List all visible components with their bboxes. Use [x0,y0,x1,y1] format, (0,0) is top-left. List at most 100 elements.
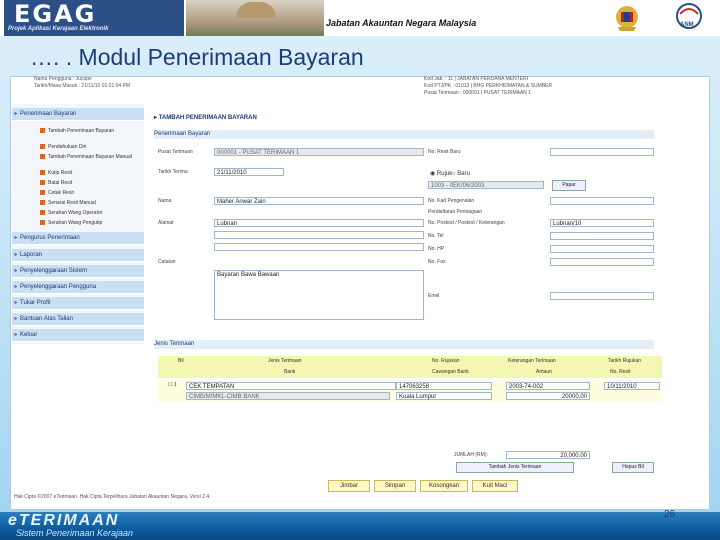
sidebar-item-penerimaan[interactable]: ▸ Penerimaan Bayaran [12,108,144,121]
kosongkan-button[interactable]: Kosongkan [420,480,468,492]
submenu-batal[interactable]: Batal Resit [40,180,72,187]
sidebar-item-profil[interactable]: ▸ Tukar Profil [12,297,144,310]
no-kad-label: No. Kad Pengenalan [428,198,475,204]
reference-select[interactable]: 1003 - 0EK/06/2003 [428,181,544,189]
keterangan-input[interactable]: 2003-74-002 [506,382,590,390]
copyright-note: Hak Cipta ©2007 eTerimaan. Hak Cipta Ter… [14,494,211,500]
no-kad-input[interactable] [550,197,654,205]
pusat-select[interactable]: 000001 - PUSAT TERIMAAN 1 [214,148,424,156]
anm-logo-icon [676,3,702,29]
bullet-icon [40,200,45,206]
slide-title: …. . Modul Penerimaan Bayaran [30,44,364,70]
session-time: Tarikh/Masa Masuk : 21/11/10 01:21:04 PM [34,83,131,89]
alamat-input-3[interactable] [214,243,424,251]
section-penerimaan: Penerimaan Bayaran [154,130,654,139]
session-centre: Pusat Terimaan : 000001 | PUSAT TERIMAAN… [424,90,532,96]
catatan-label: Catatan [158,259,176,265]
col-tarikh: Tarikh Rujukan [608,358,642,364]
poskod-input[interactable]: Lubnan/10 [550,219,654,227]
sidebar-item-sistem[interactable]: ▸ Penyelenggaraan Sistem [12,265,144,278]
amaun-input[interactable]: 20000.00 [506,392,590,400]
alamat-input-2[interactable] [214,231,424,239]
sidebar-item-pengguna[interactable]: ▸ Penyelenggaraan Pengguna [12,281,144,294]
sidebar-item-label: Pengurus Penerimaan [20,235,80,241]
form-heading: ▸ TAMBAH PENERIMAAN BAYARAN [154,115,257,121]
bullet-icon [40,210,45,216]
logo-text: EGAG [14,0,97,28]
bank-select[interactable]: CIMB/M/MKL-CIMB BANK [186,392,390,400]
coat-of-arms-icon [616,6,638,31]
tel-input[interactable] [550,232,654,240]
bullet-icon [40,170,45,176]
nama-input[interactable]: Maher Anwar Zain [214,197,424,205]
submenu-cetak[interactable]: Cetak Resit [40,190,74,197]
catatan-textarea[interactable]: Bayaran Bawa Bawaan [214,270,424,320]
simpan-button[interactable]: Simpan [374,480,416,492]
logo-subtitle: Projek Aplikasi Kerajaan Elektronik [8,26,109,32]
sidebar: ▸ Penerimaan Bayaran Tambah Penerimaan Ba… [12,104,144,344]
poskod-label: No. Poskod / Poskod / Keterangan [428,220,505,226]
alamat-label: Alamat [158,220,174,226]
radio-baru[interactable]: ○ Baru [452,170,470,178]
col-no-resit: No. Resit [610,369,631,375]
col-rujukan: No. Rujukan [432,358,460,364]
jumlah-value: 20,000.00 [506,451,590,459]
sidebar-item-label: Penerimaan Bayaran [20,111,77,117]
bullet-icon [40,190,45,196]
submenu-manual[interactable]: Tambah Penerimaan Bayaran Manual [40,154,132,161]
cawangan-input[interactable]: Kuala Lumpur [396,392,492,400]
papar-button[interactable]: Papar [552,180,586,191]
sidebar-item-pengurus[interactable]: ▸ Pengurus Penerimaan [12,232,144,245]
rujukan-input[interactable]: 147063258 [396,382,492,390]
tarikh-label: Tarikh Terima [158,169,188,175]
submenu-serahan-pengutip[interactable]: Serahan Wang Pengutip [40,220,102,227]
hp-input[interactable] [550,245,654,253]
bullet-icon [40,144,45,150]
sidebar-item-keluar[interactable]: ▸ Keluar [12,329,144,342]
table-header-row-2: Bank Cawangan Bank Amaun No. Resit [158,367,662,378]
radio-rujuk[interactable]: ◉ Rujuk [430,170,452,178]
submenu-kutip[interactable]: Kutip Resit [40,170,72,177]
sidebar-item-label: Tukar Profil [20,300,51,306]
fax-label: No. Fax [428,259,446,265]
emel-label: Emel [428,293,440,299]
session-dept: Kod Jab. : 11 | JABATAN PERDANA MENTERI [424,76,529,82]
jumlah-label: JUMLAH (RM): [454,452,488,458]
tambah-jenis-button[interactable]: Tambah Jenis Terimaan [456,462,574,473]
emel-input[interactable] [550,292,654,300]
hapus-button[interactable]: Hapus Bil [612,462,654,473]
pusat-label: Pusat Terimaan [158,149,193,155]
banner-subtitle: Sistem Penerimaan Kerajaan [16,528,134,538]
bullet-icon [40,180,45,186]
submenu-pendahuluan[interactable]: Pendahuluan Diri [40,144,86,151]
submenu-senarai[interactable]: Senarai Resit Manual [40,200,96,207]
sidebar-item-label: Bantuan Atas Talian [20,316,73,322]
col-amaun: Amaun [536,369,552,375]
jenis-input[interactable]: CEK TEMPATAN [186,382,396,390]
sidebar-item-label: Penyelenggaraan Sistem [20,268,88,274]
fax-input[interactable] [550,258,654,266]
table-row: ☐ 1 CEK TEMPATAN 147063258 2003-74-002 1… [158,380,662,402]
tarikh-input[interactable]: 21/11/2010 [214,168,284,176]
no-resit-label: No. Resit Baru [428,149,461,155]
table-header-row-1: Bil Jenis Terimaan No. Rujukan Keteranga… [158,356,662,367]
agency-name: Jabatan Akauntan Negara Malaysia [326,18,477,28]
session-ptj: Kod PTJ/PK : 01013 | BHG PERKHIDMATAN & … [424,83,553,89]
submenu-tambah[interactable]: Tambah Penerimaan Bayaran [40,128,114,135]
bullet-icon [40,220,45,226]
alamat-input-1[interactable]: Lubnan [214,219,424,227]
submenu-serahan-operator[interactable]: Serahan Wang Operator [40,210,102,217]
row-checkbox[interactable]: ☐ 1 [168,380,177,391]
tarikh-rujukan-input[interactable]: 10/11/2010 [604,382,660,390]
tel-label: No. Tel [428,233,444,239]
sidebar-item-bantuan[interactable]: ▸ Bantuan Atas Talian [12,313,144,326]
hp-label: No. HP [428,246,445,252]
sidebar-item-label: Laporan [20,252,43,258]
kuit-maci-button[interactable]: Kuit Maci [472,480,518,492]
sidebar-item-label: Penyelenggaraan Pengguna [20,284,97,290]
session-info-left: Nama Pengguna : Jucupe Tarikh/Masa Masuk… [34,76,130,90]
no-resit-input[interactable] [550,148,654,156]
bullet-icon [40,154,45,160]
jimbar-button[interactable]: Jimbar [328,480,370,492]
sidebar-item-laporan[interactable]: ▸ Laporan [12,249,144,262]
